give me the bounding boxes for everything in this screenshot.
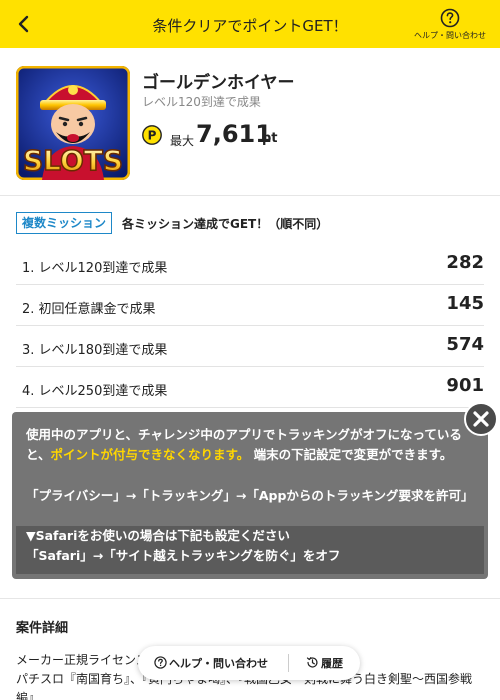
max-points-value: 7,611 (196, 120, 272, 148)
app-subtitle: レベル120到達で成果 (142, 95, 261, 109)
help-label: ヘルプ・問い合わせ (414, 31, 486, 40)
mission-points: 282 (446, 252, 484, 273)
close-icon (473, 411, 489, 427)
floating-help-button[interactable]: ヘルプ・問い合わせ (154, 655, 268, 671)
mission-label: 2. 初回任意課金で成果 (22, 302, 156, 317)
help-button[interactable]: ヘルプ・問い合わせ (408, 8, 492, 44)
point-coin-icon: P (142, 125, 162, 145)
app-header: 条件クリアでポイントGET！ ヘルプ・問い合わせ (0, 0, 500, 48)
app-summary: SLOTS ゴールデンホイヤー レベル120到達で成果 P 最大 7,611 p… (0, 48, 500, 196)
svg-text:P: P (148, 129, 157, 143)
max-label: 最大 (170, 134, 195, 148)
mission-label: 3. レベル180到達で成果 (22, 343, 168, 358)
app-name: ゴールデンホイヤー (142, 73, 295, 93)
question-circle-icon (154, 656, 167, 669)
history-button[interactable]: 履歴 (306, 655, 343, 671)
tracking-notice: 使用中のアプリと、チャレンジ中のアプリでトラッキングがオフになっていると、ポイン… (12, 412, 488, 579)
mission-label: 1. レベル120到達で成果 (22, 261, 168, 276)
floating-nav: ヘルプ・問い合わせ 履歴 (138, 646, 360, 680)
list-item: 4. レベル250到達で成果 901 (16, 367, 484, 408)
details-maker: メーカー正規ライセンス (16, 653, 148, 667)
list-item: 1. レベル120到達で成果 282 (16, 244, 484, 285)
list-item: 2. 初回任意課金で成果 145 (16, 285, 484, 326)
list-item: 3. レベル180到達で成果 574 (16, 326, 484, 367)
safari-title: ▼Safariをお使いの場合は下記も設定ください (26, 528, 290, 543)
close-notice-button[interactable] (464, 402, 498, 436)
floating-help-label: ヘルプ・問い合わせ (169, 657, 268, 670)
mission-list: 1. レベル120到達で成果 282 2. 初回任意課金で成果 145 3. レ… (16, 244, 484, 408)
safari-path: 「Safari」→「サイト越えトラッキングを防ぐ」をオフ (26, 548, 341, 563)
notice-line-end: 端末の下記設定で変更ができます。 (253, 447, 453, 462)
safari-settings: ▼Safariをお使いの場合は下記も設定ください 「Safari」→「サイト越え… (16, 526, 484, 574)
mission-points: 145 (446, 293, 484, 314)
mission-badge: 複数ミッション (16, 212, 113, 234)
notice-highlight: ポイントが付与できなくなります。 (50, 447, 250, 462)
mission-header: 複数ミッション 各ミッション達成でGET！（順不同） (16, 212, 486, 236)
history-icon (306, 657, 318, 668)
mission-points: 574 (446, 334, 484, 355)
tracking-notice-text: 使用中のアプリと、チャレンジ中のアプリでトラッキングがオフになっていると、ポイン… (26, 425, 474, 465)
app-icon-text: SLOTS (23, 144, 123, 177)
app-icon: SLOTS (16, 66, 130, 180)
details-title: 案件詳細 (16, 621, 69, 636)
divider (288, 654, 289, 672)
mission-points: 901 (446, 375, 484, 396)
tracking-settings-path: 「プライバシー」→「トラッキング」→「Appからのトラッキング要求を許可」 (26, 488, 474, 503)
history-label: 履歴 (321, 657, 343, 670)
mission-label: 4. レベル250到達で成果 (22, 384, 168, 399)
question-circle-icon (440, 8, 460, 28)
points-unit: pt (262, 131, 278, 146)
mission-description: 各ミッション達成でGET！（順不同） (122, 217, 329, 231)
